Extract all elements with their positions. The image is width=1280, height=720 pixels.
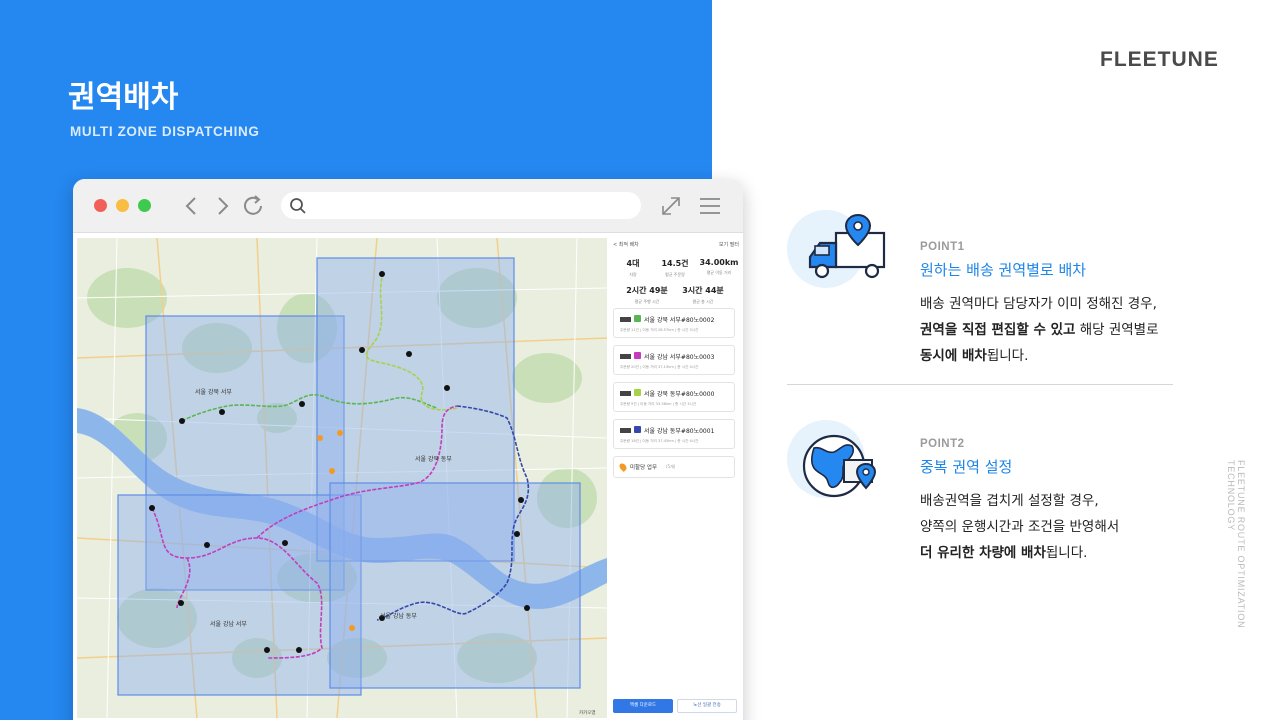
vehicle-card[interactable]: 서울 강남 서부#80노0003 주문량 20건 | 이동 거리 37.19km… <box>613 345 735 375</box>
url-input[interactable] <box>281 192 641 219</box>
route-color-swatch <box>634 352 641 359</box>
location-pin-icon <box>618 462 628 472</box>
back-link[interactable]: < 최적 배차 <box>613 242 639 248</box>
browser-window: 서울 강북 서부 서울 강북 동부 서울 강남 서부 서울 강남 동부 카카오맵… <box>73 179 743 720</box>
browser-toolbar <box>73 179 743 233</box>
stat-orders: 14.5건 평균 주문량 <box>661 259 689 277</box>
zone-gangnam-east <box>329 482 581 689</box>
excel-download-button[interactable]: 엑셀 다운로드 <box>613 699 673 713</box>
route-color-swatch <box>634 315 641 322</box>
sidebar-header: < 최적 배차 보기 필터 <box>613 241 739 248</box>
page-title: 권역배차 <box>68 80 179 115</box>
menu-icon[interactable] <box>699 197 721 219</box>
vehicle-card[interactable]: 서울 강남 동부#80노0001 주문량 18건 | 이동 거리 37.45km… <box>613 419 735 449</box>
window-maximize-dot[interactable] <box>138 199 151 212</box>
search-icon <box>289 197 307 219</box>
map-label-gangbuk-west: 서울 강북 서부 <box>195 388 232 396</box>
map-label-gangbuk-east: 서울 강북 동부 <box>415 455 452 463</box>
unassigned-tasks[interactable]: 미할당 업무 (5개) <box>613 456 735 478</box>
chevron-right-icon[interactable] <box>211 194 233 218</box>
point1-title: 원하는 배송 권역별로 배차 <box>920 261 1087 279</box>
stat-distance: 34.00km 평균 이동 거리 <box>699 258 739 275</box>
map-view[interactable]: 서울 강북 서부 서울 강북 동부 서울 강남 서부 서울 강남 동부 카카오맵 <box>77 238 607 718</box>
stat-total-time: 3시간 44분 평균 총 시간 <box>682 286 724 304</box>
svg-text:FLEETUNE: FLEETUNE <box>1100 48 1219 71</box>
dispatch-sidebar: < 최적 배차 보기 필터 4대 차량 14.5건 평균 주문량 34.00km… <box>609 238 743 720</box>
vertical-tagline: FLEETUNE ROUTE OPTIMIZATION TECHNOLOGY <box>1226 460 1246 629</box>
fleetune-logo: FLEETUNE <box>1100 46 1222 78</box>
window-close-dot[interactable] <box>94 199 107 212</box>
delivery-truck-icon <box>808 213 886 279</box>
zone-gangnam-west <box>117 494 362 696</box>
map-attribution: 카카오맵 <box>579 709 596 716</box>
map-label-gangnam-west: 서울 강남 서부 <box>210 620 247 628</box>
point2-title: 중복 권역 설정 <box>920 458 1013 476</box>
globe-location-icon <box>802 434 877 498</box>
stat-vehicles: 4대 차량 <box>626 259 640 277</box>
section-divider <box>787 384 1173 385</box>
truck-icon <box>620 428 631 433</box>
expand-icon[interactable] <box>660 195 682 221</box>
stat-drive-time: 2시간 49분 평균 주행 시간 <box>626 286 668 304</box>
point2-label: POINT2 <box>920 438 965 450</box>
vehicle-card[interactable]: 서울 강북 서부#80노0002 주문량 11건 | 이동 거리 28.57km… <box>613 308 735 338</box>
truck-icon <box>620 391 631 396</box>
chevron-left-icon[interactable] <box>181 194 203 218</box>
route-color-swatch <box>634 426 641 433</box>
point2-body: 배송권역을 겹치게 설정할 경우, 양쪽의 운행시간과 조건을 반영해서 더 유… <box>920 493 1120 561</box>
map-canvas[interactable]: 서울 강북 서부 서울 강북 동부 서울 강남 서부 서울 강남 동부 카카오맵 <box>77 238 607 718</box>
route-color-swatch <box>634 389 641 396</box>
reload-icon[interactable] <box>241 194 267 218</box>
vehicle-card[interactable]: 서울 강북 동부#80노0000 주문량 9건 | 이동 거리 33.58km … <box>613 382 735 412</box>
filter-link[interactable]: 보기 필터 <box>719 241 739 248</box>
dispatch-zones <box>117 257 581 696</box>
truck-icon <box>620 317 631 322</box>
send-routes-button[interactable]: 노선 일괄 전송 <box>677 699 737 713</box>
window-minimize-dot[interactable] <box>116 199 129 212</box>
point1-label: POINT1 <box>920 241 965 253</box>
truck-icon <box>620 354 631 359</box>
point1-body: 배송 권역마다 담당자가 이미 정해진 경우, 권역을 직접 편집할 수 있고 … <box>920 296 1159 364</box>
map-label-gangnam-east: 서울 강남 동부 <box>380 612 417 620</box>
page-subtitle: MULTI ZONE DISPATCHING <box>70 124 260 139</box>
logo-wordmark: FLEETUNE <box>1100 48 1219 71</box>
